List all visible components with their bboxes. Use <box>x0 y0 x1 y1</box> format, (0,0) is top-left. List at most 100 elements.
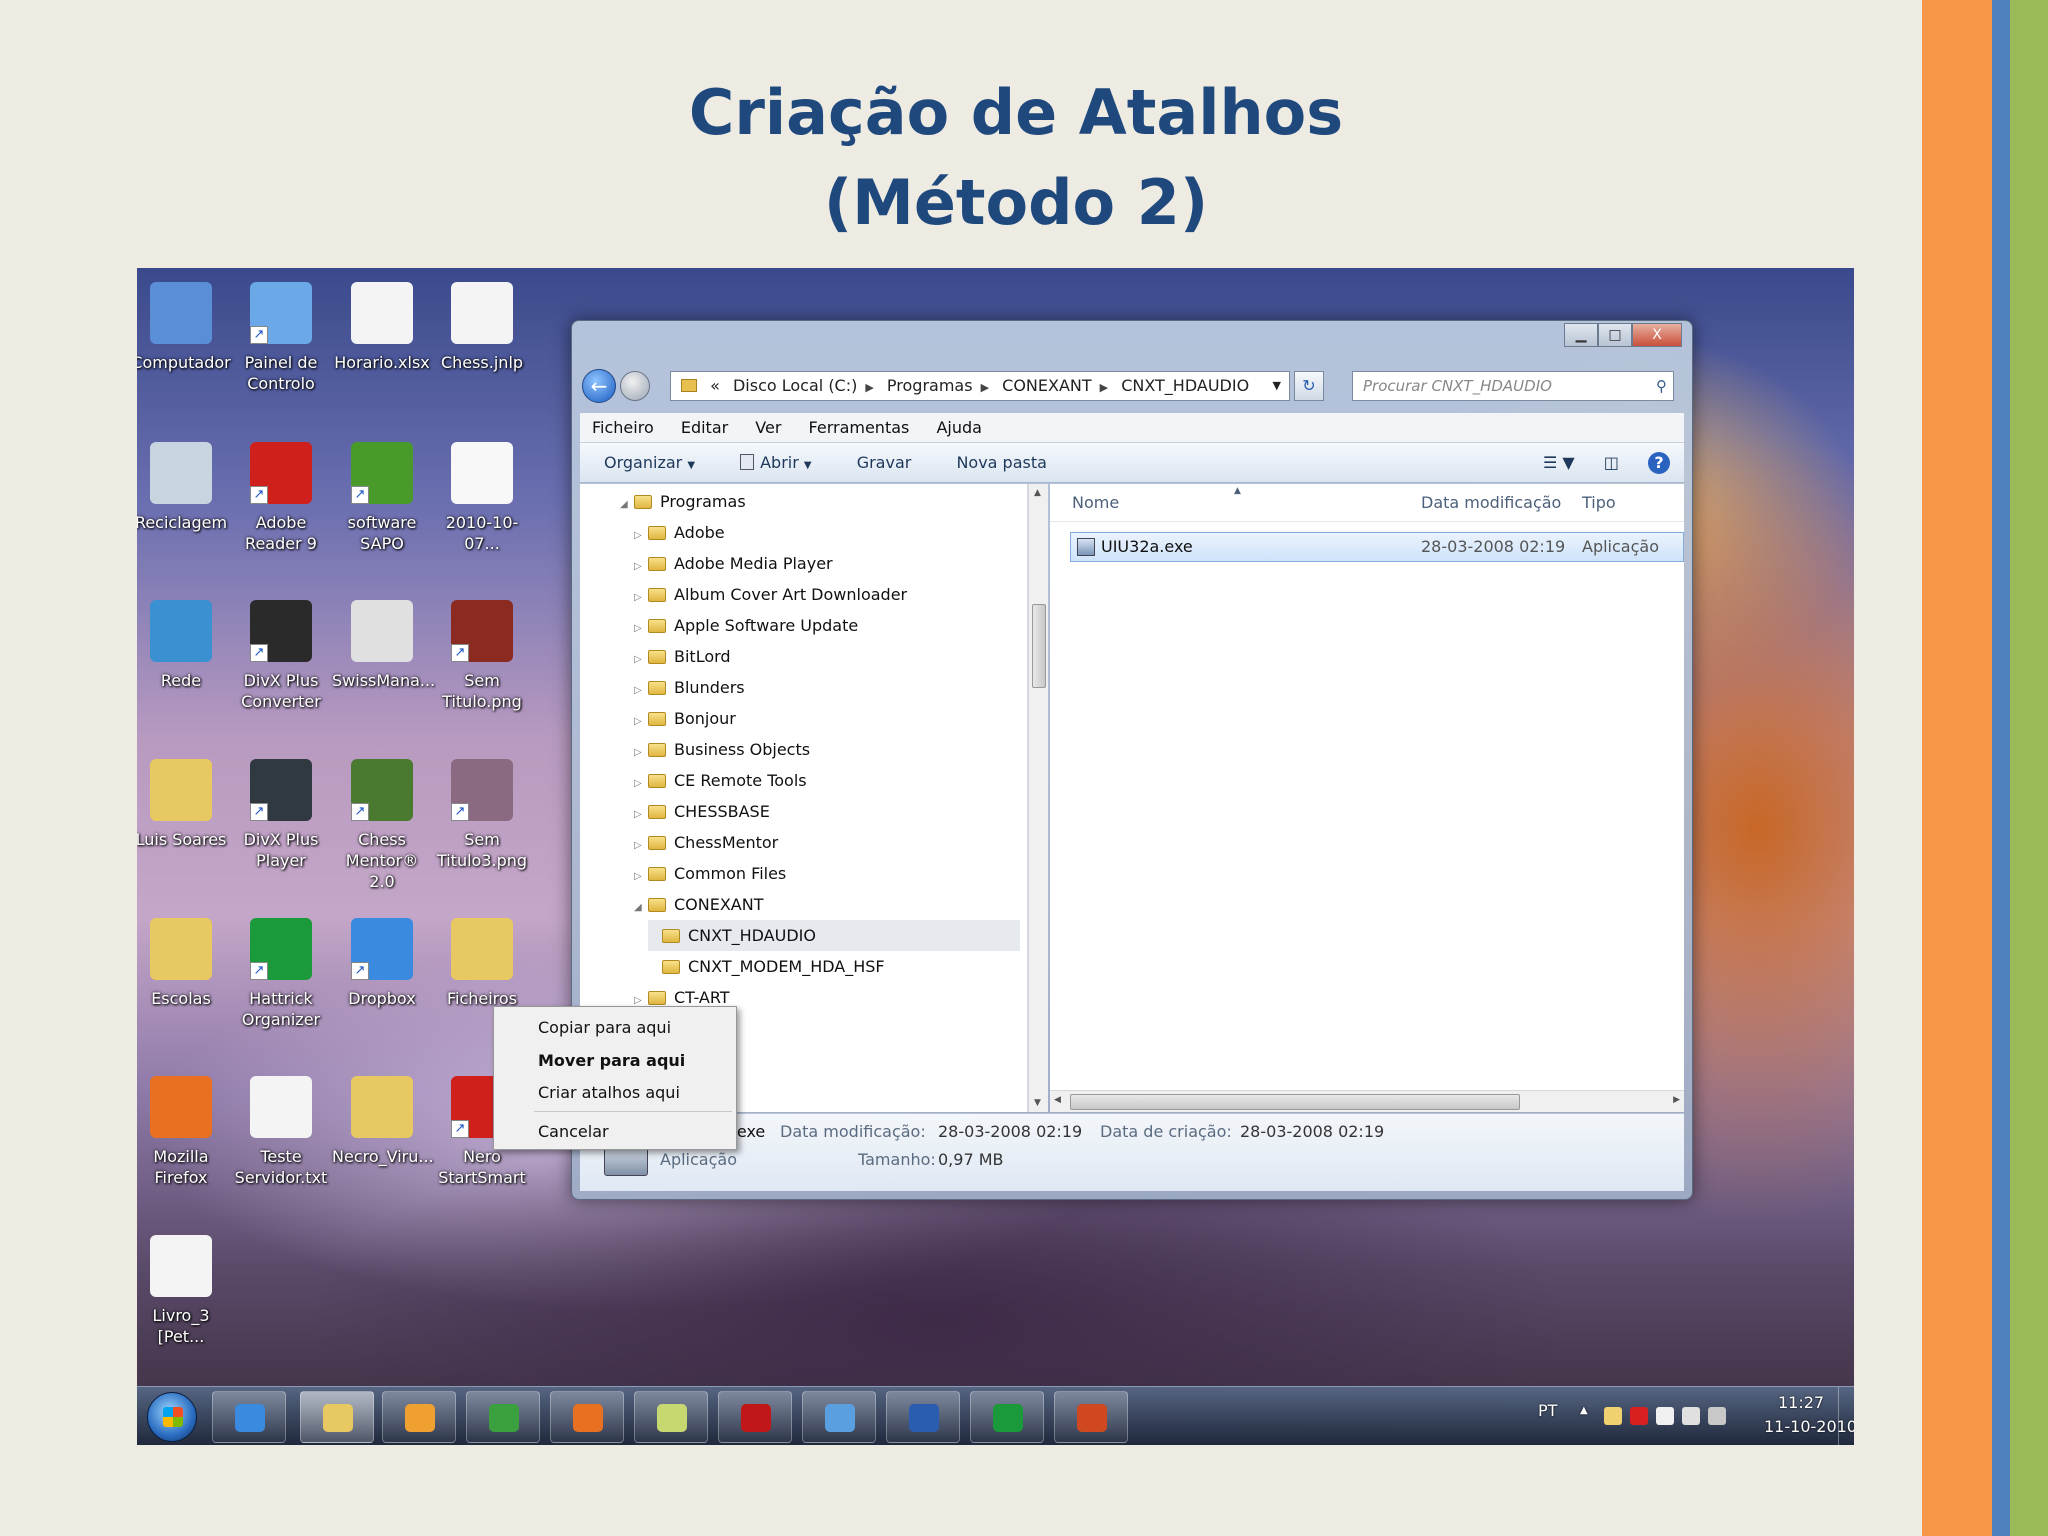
menu-item-view[interactable]: Ver <box>755 418 781 437</box>
minimize-button[interactable]: ▁ <box>1564 323 1598 347</box>
desktop-icon[interactable]: ↗ Adobe Reader 9 <box>231 442 331 554</box>
horizontal-scroll-thumb[interactable] <box>1070 1094 1520 1110</box>
desktop-icon[interactable]: ↗ Hattrick Organizer <box>231 918 331 1030</box>
breadcrumb-arrow-icon[interactable]: ▶ <box>981 381 989 394</box>
tree-item[interactable]: ▷ Common Files <box>634 858 1020 889</box>
desktop-icon[interactable]: ↗ Chess Mentor® 2.0 <box>332 759 432 892</box>
power-tray-icon[interactable] <box>1682 1407 1700 1425</box>
horizontal-scrollbar[interactable]: ◀ ▶ <box>1050 1090 1684 1112</box>
desktop-icon[interactable]: ↗ DivX Plus Player <box>231 759 331 871</box>
menu-item-file[interactable]: Ficheiro <box>592 418 654 437</box>
taskbar-button[interactable] <box>300 1391 374 1443</box>
collapsed-arrow-icon[interactable]: ▷ <box>634 551 648 582</box>
search-input[interactable]: Procurar CNXT_HDAUDIO ⚲ <box>1352 371 1674 401</box>
antivirus-tray-icon[interactable] <box>1630 1407 1648 1425</box>
collapsed-arrow-icon[interactable]: ▷ <box>634 675 648 706</box>
scroll-right-icon[interactable]: ▶ <box>1673 1095 1680 1105</box>
desktop-icon[interactable]: ↗ Dropbox <box>332 918 432 1009</box>
new-folder-button[interactable]: Nova pasta <box>956 453 1047 472</box>
collapsed-arrow-icon[interactable]: ▷ <box>634 861 648 892</box>
desktop-icon[interactable]: Chess.jnlp <box>432 282 532 373</box>
desktop-icon[interactable]: ↗ Painel de Controlo <box>231 282 331 394</box>
address-bar[interactable]: « Disco Local (C:) ▶ Programas ▶ CONEXANT ▶… <box>670 371 1290 401</box>
language-indicator[interactable]: PT <box>1538 1401 1557 1420</box>
breadcrumb-arrow-icon[interactable]: ▶ <box>865 381 873 394</box>
close-button[interactable]: X <box>1632 323 1682 347</box>
collapsed-arrow-icon[interactable]: ▷ <box>634 644 648 675</box>
open-button[interactable]: Abrir ▼ <box>740 453 812 472</box>
tree-item[interactable]: ▷ Business Objects <box>634 734 1020 765</box>
scroll-up-icon[interactable]: ▲ <box>1034 488 1041 498</box>
taskbar-button[interactable] <box>382 1391 456 1443</box>
tree-item[interactable]: ▷ Bonjour <box>634 703 1020 734</box>
menu-item-help[interactable]: Ajuda <box>936 418 982 437</box>
burn-button[interactable]: Gravar <box>857 453 912 472</box>
refresh-button[interactable]: ↻ <box>1294 371 1324 401</box>
tree-item[interactable]: ▷ CHESSBASE <box>634 796 1020 827</box>
view-options-icon[interactable]: ☰ ▼ <box>1543 453 1575 472</box>
tree-item[interactable]: ◢ CONEXANT <box>634 889 1020 920</box>
scroll-down-icon[interactable]: ▼ <box>1034 1098 1041 1108</box>
menu-cancel[interactable]: Cancelar <box>494 1117 736 1147</box>
expanded-arrow-icon[interactable]: ◢ <box>634 892 648 923</box>
desktop-icon[interactable]: ↗ DivX Plus Converter <box>231 600 331 712</box>
address-prefix[interactable]: « <box>710 376 720 395</box>
tree-item[interactable]: ▷ CE Remote Tools <box>634 765 1020 796</box>
breadcrumb-part[interactable]: Programas <box>887 376 973 395</box>
network-tray-icon[interactable] <box>1604 1407 1622 1425</box>
organize-button[interactable]: Organizar ▼ <box>604 453 695 472</box>
show-desktop-button[interactable] <box>1838 1387 1852 1445</box>
desktop-icon[interactable]: Rede <box>137 600 231 691</box>
breadcrumb-part[interactable]: CONEXANT <box>1002 376 1092 395</box>
volume-muted-icon[interactable] <box>1708 1407 1726 1425</box>
tree-item[interactable]: ▷ Adobe <box>634 517 1020 548</box>
taskbar-button[interactable] <box>634 1391 708 1443</box>
tree-item[interactable]: ▷ Blunders <box>634 672 1020 703</box>
taskbar-button[interactable] <box>718 1391 792 1443</box>
desktop-icon[interactable]: Ficheiros <box>432 918 532 1009</box>
expanded-arrow-icon[interactable]: ◢ <box>620 489 634 520</box>
desktop-icon[interactable]: Mozilla Firefox <box>137 1076 231 1188</box>
taskbar-button[interactable] <box>970 1391 1044 1443</box>
collapsed-arrow-icon[interactable]: ▷ <box>634 799 648 830</box>
taskbar-button[interactable] <box>550 1391 624 1443</box>
address-dropdown-icon[interactable]: ▼ <box>1273 372 1281 400</box>
collapsed-arrow-icon[interactable]: ▷ <box>634 582 648 613</box>
clock-time[interactable]: 11:27 <box>1778 1393 1824 1412</box>
desktop-icon[interactable]: Livro_3 [Pet... <box>137 1235 231 1347</box>
desktop-icon[interactable]: ↗ Sem Titulo3.png <box>432 759 532 871</box>
tree-scrollbar[interactable]: ▲ ▼ <box>1028 484 1048 1112</box>
taskbar-button[interactable] <box>802 1391 876 1443</box>
taskbar-button[interactable] <box>212 1391 286 1443</box>
tree-item[interactable]: CNXT_HDAUDIO <box>648 920 1020 951</box>
preview-pane-icon[interactable]: ◫ <box>1604 453 1619 472</box>
desktop-icon[interactable]: Teste Servidor.txt <box>231 1076 331 1188</box>
menu-item-edit[interactable]: Editar <box>681 418 728 437</box>
breadcrumb-part[interactable]: CNXT_HDAUDIO <box>1121 376 1249 395</box>
menu-item-tools[interactable]: Ferramentas <box>809 418 910 437</box>
breadcrumb-part[interactable]: Disco Local (C:) <box>733 376 857 395</box>
desktop-icon[interactable]: Horario.xlsx <box>332 282 432 373</box>
desktop-icon[interactable]: Necro_Viru... <box>332 1076 434 1167</box>
desktop-icon[interactable]: SwissMana... <box>332 600 435 691</box>
menu-copy-here[interactable]: Copiar para aqui <box>494 1013 736 1043</box>
scroll-left-icon[interactable]: ◀ <box>1054 1095 1061 1105</box>
show-hidden-icons[interactable]: ▲ <box>1580 1405 1588 1416</box>
menu-move-here[interactable]: Mover para aqui <box>494 1046 736 1076</box>
desktop-icon[interactable]: ↗ software SAPO <box>332 442 432 554</box>
collapsed-arrow-icon[interactable]: ▷ <box>634 830 648 861</box>
tree-item[interactable]: ▷ Apple Software Update <box>634 610 1020 641</box>
collapsed-arrow-icon[interactable]: ▷ <box>634 768 648 799</box>
back-button[interactable]: ← <box>582 369 616 403</box>
taskbar-button[interactable] <box>466 1391 540 1443</box>
desktop-icon[interactable]: Luis Soares <box>137 759 231 850</box>
forward-button[interactable] <box>620 371 650 401</box>
start-button[interactable] <box>147 1392 197 1442</box>
column-name[interactable]: Nome <box>1072 484 1119 522</box>
collapsed-arrow-icon[interactable]: ▷ <box>634 737 648 768</box>
taskbar-button[interactable] <box>886 1391 960 1443</box>
tree-item[interactable]: ▷ Album Cover Art Downloader <box>634 579 1020 610</box>
tree-item[interactable]: ◢ Programas <box>620 486 1020 517</box>
tree-scroll-thumb[interactable] <box>1032 604 1046 688</box>
tree-item[interactable]: CNXT_MODEM_HDA_HSF <box>648 951 1020 982</box>
